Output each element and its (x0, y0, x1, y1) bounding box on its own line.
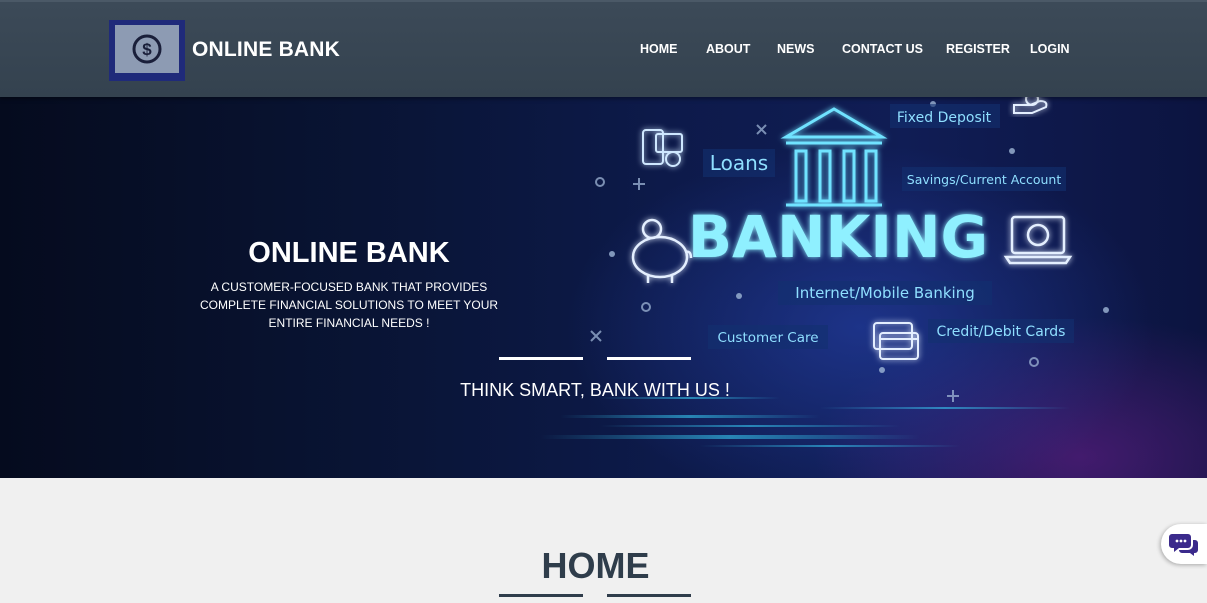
section-rule-right (607, 594, 691, 597)
banking-heading: BANKING (688, 203, 988, 271)
logo[interactable]: $ (109, 20, 185, 81)
label-customer-care: Customer Care (717, 330, 818, 346)
chat-bubbles-icon (1169, 534, 1198, 556)
hero-banner: BANKING Fixed Deposit Loans Savings/Curr… (0, 97, 1207, 478)
dollar-monitor-icon: $ (115, 25, 179, 77)
section-rule-left (499, 594, 583, 597)
hero-subtitle: A CUSTOMER-FOCUSED BANK THAT PROVIDES CO… (199, 280, 499, 330)
label-loans: Loans (710, 151, 768, 175)
hero-divider-right (607, 357, 691, 360)
hero-title: ONLINE BANK (248, 237, 450, 269)
piggy-bank-icon (631, 218, 693, 283)
label-cards: Credit/Debit Cards (937, 324, 1066, 340)
nav-news[interactable]: NEWS (777, 42, 815, 56)
light-streaks (540, 397, 1070, 447)
brand-name[interactable]: ONLINE BANK (192, 38, 340, 62)
label-internet-banking: Internet/Mobile Banking (795, 284, 974, 302)
credit-card-icon (873, 322, 919, 360)
nav-about[interactable]: ABOUT (706, 42, 750, 56)
hero-divider-left (499, 357, 583, 360)
banking-illustration: BANKING Fixed Deposit Loans Savings/Curr… (540, 97, 1109, 447)
hand-coin-icon (1013, 97, 1048, 114)
nav-home[interactable]: HOME (640, 42, 678, 56)
hero-slogan: THINK SMART, BANK WITH US ! (460, 380, 730, 400)
site-header: $ ONLINE BANK HOME ABOUT NEWS CONTACT US… (0, 0, 1207, 97)
nav-register[interactable]: REGISTER (946, 42, 1010, 56)
nav-contact-us[interactable]: CONTACT US (842, 42, 923, 56)
bank-building-icon (780, 107, 888, 207)
phone-payment-icon (642, 129, 683, 167)
svg-text:$: $ (142, 40, 152, 59)
section-title: HOME (541, 545, 650, 586)
laptop-dollar-icon (1003, 215, 1073, 265)
label-fixed-deposit: Fixed Deposit (897, 110, 992, 126)
label-savings: Savings/Current Account (907, 172, 1062, 187)
nav-login[interactable]: LOGIN (1030, 42, 1070, 56)
chat-button[interactable] (1161, 524, 1207, 564)
